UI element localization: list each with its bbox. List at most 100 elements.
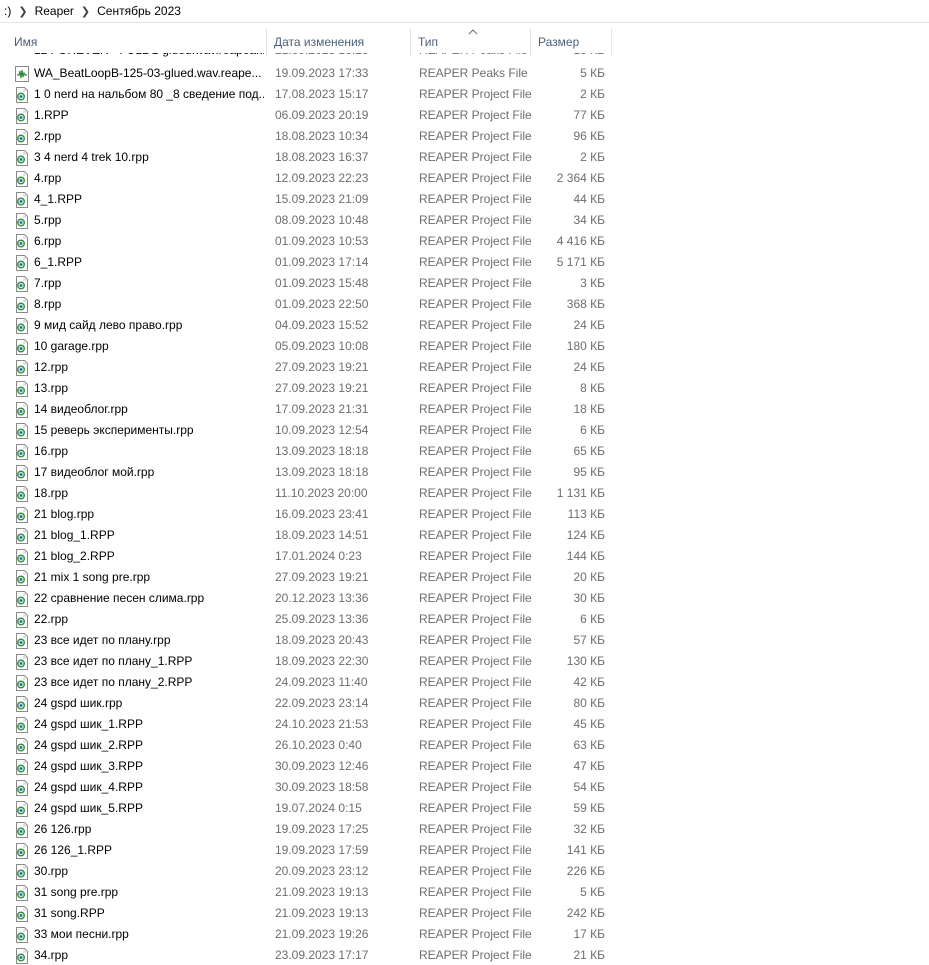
file-row[interactable]: 5.rpp 08.09.2023 10:48 REAPER Project File… xyxy=(0,210,929,231)
file-row[interactable]: 4_1.RPP 15.09.2023 21:09 REAPER Project Fi… xyxy=(0,189,929,210)
file-row[interactable]: 15 реверь эксперименты.rpp 10.09.2023 12:… xyxy=(0,420,929,441)
file-row[interactable]: 6.rpp 01.09.2023 10:53 REAPER Project File… xyxy=(0,231,929,252)
file-row[interactable]: 24 gspd шик_1.RPP 24.10.2023 21:53 REAPER … xyxy=(0,714,929,735)
file-name: 31 song.RPP xyxy=(34,906,105,920)
file-row[interactable]: 31 song.RPP 21.09.2023 19:13 REAPER Projec… xyxy=(0,903,929,924)
file-row[interactable]: 26 126.rpp 19.09.2023 17:25 REAPER Project… xyxy=(0,819,929,840)
file-row[interactable]: 9 мид сайд лево право.rpp 04.09.2023 15:5… xyxy=(0,315,929,336)
file-type: REAPER Peaks File xyxy=(419,66,528,80)
file-type: REAPER Project File xyxy=(419,465,532,479)
column-header-size[interactable]: Размер xyxy=(532,28,612,56)
file-size: 5 КБ xyxy=(580,885,605,899)
file-type: REAPER Project File xyxy=(419,360,532,374)
file-type: REAPER Project File xyxy=(419,612,532,626)
reaper-project-icon xyxy=(14,801,30,817)
reaper-project-icon xyxy=(14,864,30,880)
file-size: 24 КБ xyxy=(573,360,605,374)
file-row[interactable]: 21 mix 1 song pre.rpp 27.09.2023 19:21 REA… xyxy=(0,567,929,588)
file-row[interactable]: WA_BeatLoopB-125-03-glued.wav.reape... 19… xyxy=(0,63,929,84)
file-type: REAPER Project File xyxy=(419,675,532,689)
file-name: 15 реверь эксперименты.rpp xyxy=(34,423,194,437)
file-row[interactable]: 33 мои песни.rpp 21.09.2023 19:26 REAPER P… xyxy=(0,924,929,945)
file-name: 5.rpp xyxy=(34,213,62,227)
file-row[interactable]: 21 blog_2.RPP 17.01.2024 0:23 REAPER Proje… xyxy=(0,546,929,567)
file-row[interactable]: 34.rpp 23.09.2023 17:17 REAPER Project Fil… xyxy=(0,945,929,965)
file-row[interactable]: 8.rpp 01.09.2023 22:50 REAPER Project File… xyxy=(0,294,929,315)
reaper-project-icon xyxy=(14,297,30,313)
file-date: 17.01.2024 0:23 xyxy=(275,549,362,563)
file-name: 1 0 nerd на нальбом 80 _8 сведение под..… xyxy=(34,87,264,101)
file-type: REAPER Project File xyxy=(419,696,532,710)
address-bar[interactable]: :) ❯ Reaper ❯ Сентябрь 2023 xyxy=(0,0,929,23)
file-row[interactable]: 21 blog.rpp 16.09.2023 23:41 REAPER Projec… xyxy=(0,504,929,525)
file-row[interactable]: 6_1.RPP 01.09.2023 17:14 REAPER Project Fi… xyxy=(0,252,929,273)
file-row[interactable]: 22 сравнение песен слима.rpp 20.12.2023 1… xyxy=(0,588,929,609)
file-type: REAPER Project File xyxy=(419,654,532,668)
file-type: REAPER Project File xyxy=(419,843,532,857)
file-row[interactable]: 1.RPP 06.09.2023 20:19 REAPER Project File… xyxy=(0,105,929,126)
file-row[interactable]: 2.rpp 18.08.2023 10:34 REAPER Project File… xyxy=(0,126,929,147)
file-date: 20.12.2023 13:36 xyxy=(275,591,369,605)
file-row[interactable]: 26 126_1.RPP 19.09.2023 17:59 REAPER Proje… xyxy=(0,840,929,861)
column-header-name[interactable]: Имя xyxy=(8,28,267,56)
reaper-project-icon xyxy=(14,255,30,271)
file-row[interactable]: 17 видеоблог мой.rpp 13.09.2023 18:18 REAP… xyxy=(0,462,929,483)
file-type: REAPER Project File xyxy=(419,822,532,836)
file-row[interactable]: 10 garage.rpp 05.09.2023 10:08 REAPER Proj… xyxy=(0,336,929,357)
file-name: 21 blog_2.RPP xyxy=(34,549,115,563)
file-date: 27.09.2023 19:21 xyxy=(275,360,369,374)
column-header-date[interactable]: Дата изменения xyxy=(268,28,411,56)
file-row[interactable]: 24 gspd шик_2.RPP 26.10.2023 0:40 REAPER P… xyxy=(0,735,929,756)
file-row[interactable]: 1 0 nerd на нальбом 80 _8 сведение под..… xyxy=(0,84,929,105)
file-date: 01.09.2023 17:14 xyxy=(275,255,369,269)
file-size: 1 131 КБ xyxy=(556,486,605,500)
file-date: 23.09.2023 17:17 xyxy=(275,948,369,962)
file-name: 4.rpp xyxy=(34,171,62,185)
file-row[interactable]: 23 все идет по плану_2.RPP 24.09.2023 11:… xyxy=(0,672,929,693)
file-row[interactable]: 12.rpp 27.09.2023 19:21 REAPER Project Fil… xyxy=(0,357,929,378)
file-type: REAPER Project File xyxy=(419,297,532,311)
file-row[interactable]: 21 blog_1.RPP 18.09.2023 14:51 REAPER Proj… xyxy=(0,525,929,546)
file-row[interactable]: 24 gspd шик_3.RPP 30.09.2023 12:46 REAPER … xyxy=(0,756,929,777)
breadcrumb-item-folder[interactable]: Сентябрь 2023 xyxy=(93,4,185,18)
file-name: 24 gspd шик_5.RPP xyxy=(34,801,143,815)
file-size: 2 КБ xyxy=(580,150,605,164)
file-type: REAPER Project File xyxy=(419,87,532,101)
file-row[interactable]: 24 gspd шик_4.RPP 30.09.2023 18:58 REAPER … xyxy=(0,777,929,798)
file-size: 2 КБ xyxy=(580,87,605,101)
chevron-right-icon[interactable]: ❯ xyxy=(78,5,93,18)
file-size: 130 КБ xyxy=(566,654,605,668)
file-row[interactable]: 16.rpp 13.09.2023 18:18 REAPER Project Fil… xyxy=(0,441,929,462)
file-row[interactable]: 24 gspd шик.rpp 22.09.2023 23:14 REAPER Pr… xyxy=(0,693,929,714)
file-name: 24 gspd шик.rpp xyxy=(34,696,123,710)
file-name: WA_BeatLoopB-125-03-glued.wav.reape... xyxy=(34,66,262,80)
file-date: 30.09.2023 18:58 xyxy=(275,780,369,794)
file-date: 13.09.2023 18:18 xyxy=(275,444,369,458)
file-date: 05.09.2023 10:08 xyxy=(275,339,369,353)
file-name: 17 видеоблог мой.rpp xyxy=(34,465,155,479)
file-name: 6.rpp xyxy=(34,234,62,248)
file-row[interactable]: 31 song pre.rpp 21.09.2023 19:13 REAPER Pr… xyxy=(0,882,929,903)
file-size: 8 КБ xyxy=(580,381,605,395)
file-row[interactable]: 14 видеоблог.rpp 17.09.2023 21:31 REAPER P… xyxy=(0,399,929,420)
file-list[interactable]: WA_BeatLoopB-125-03-glued.wav.reape... 19… xyxy=(0,53,929,965)
chevron-right-icon[interactable]: ❯ xyxy=(15,5,30,18)
file-row[interactable]: 3 4 nerd 4 trek 10.rpp 18.08.2023 16:37 RE… xyxy=(0,147,929,168)
file-row[interactable]: 7.rpp 01.09.2023 15:48 REAPER Project File… xyxy=(0,273,929,294)
reaper-project-icon xyxy=(14,696,30,712)
breadcrumb-item-reaper[interactable]: Reaper xyxy=(31,4,78,18)
file-row[interactable]: 13.rpp 27.09.2023 19:21 REAPER Project Fil… xyxy=(0,378,929,399)
file-size: 6 КБ xyxy=(580,423,605,437)
file-row[interactable]: 4.rpp 12.09.2023 22:23 REAPER Project File… xyxy=(0,168,929,189)
file-type: REAPER Project File xyxy=(419,486,532,500)
file-row[interactable]: 24 gspd шик_5.RPP 19.07.2024 0:15 REAPER P… xyxy=(0,798,929,819)
file-name: 12.rpp xyxy=(34,360,69,374)
file-row[interactable]: 22.rpp 25.09.2023 13:36 REAPER Project Fil… xyxy=(0,609,929,630)
file-row[interactable]: 23 все идет по плану_1.RPP 18.09.2023 22:… xyxy=(0,651,929,672)
file-row[interactable]: 23 все идет по плану.rpp 18.09.2023 20:43… xyxy=(0,630,929,651)
reaper-project-icon xyxy=(14,87,30,103)
file-row[interactable]: 18.rpp 11.10.2023 20:00 REAPER Project Fil… xyxy=(0,483,929,504)
file-row[interactable]: 30.rpp 20.09.2023 23:12 REAPER Project Fil… xyxy=(0,861,929,882)
file-date: 19.09.2023 17:25 xyxy=(275,822,369,836)
file-type: REAPER Project File xyxy=(419,318,532,332)
